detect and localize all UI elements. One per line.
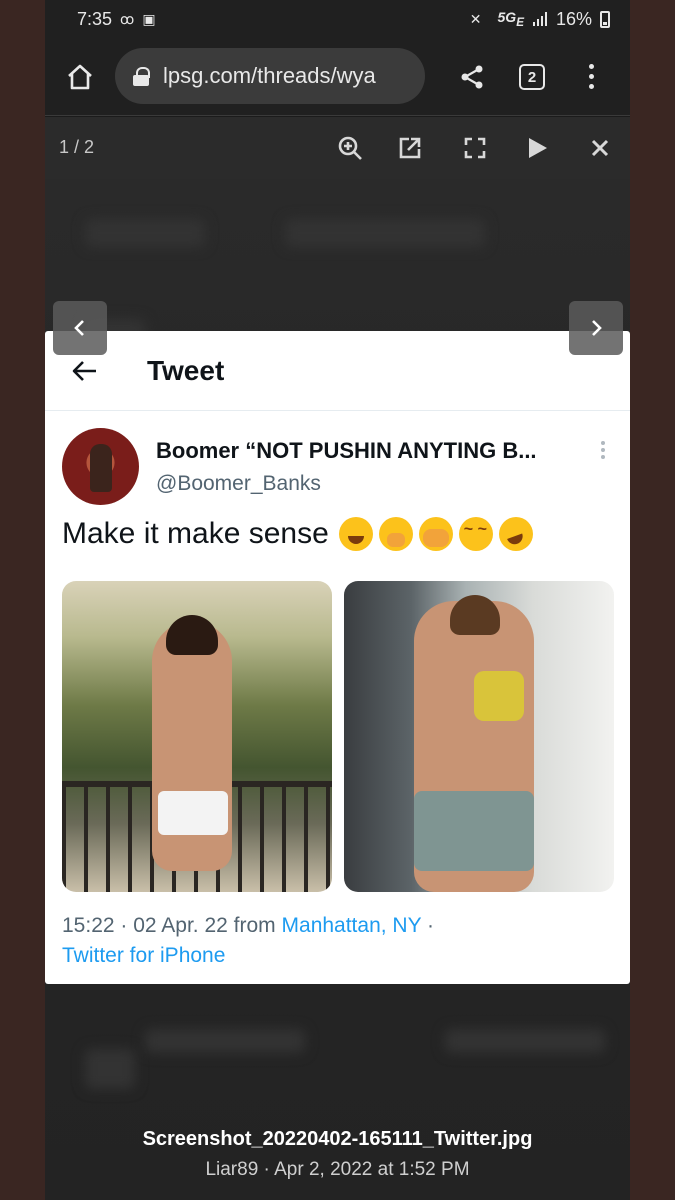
battery-saver-icon: ▣	[142, 10, 156, 27]
photo-subject	[152, 615, 232, 871]
tweet-text: Make it make sense	[62, 517, 533, 551]
blurred-block	[145, 1029, 305, 1053]
tweet-meta: 15:22 · 02 Apr. 22 from Manhattan, NY · …	[62, 914, 435, 967]
menu-dot	[588, 74, 594, 79]
caption-meta: Liar89 · Apr 2, 2022 at 1:52 PM	[205, 1159, 470, 1180]
tweet-header: Tweet	[45, 331, 630, 411]
face-with-hand-over-mouth-icon	[378, 517, 413, 551]
photo-subject	[414, 595, 534, 892]
chevron-right-icon	[592, 320, 602, 336]
status-bar: 7:35 ꝏ ▣ ✕ 5GE 16%	[45, 0, 630, 38]
previous-image-button[interactable]	[53, 301, 107, 355]
close-icon	[591, 139, 609, 157]
lock-icon	[133, 67, 150, 86]
tweet-location-link[interactable]: Manhattan, NY	[282, 914, 422, 937]
zoom-button[interactable]	[335, 133, 365, 163]
fullscreen-button[interactable]	[460, 133, 490, 163]
menu-dot	[588, 84, 594, 89]
from-label: from	[233, 914, 276, 937]
face-with-tears-of-joy-icon	[338, 517, 373, 551]
photo-subject-shorts	[158, 791, 228, 835]
status-right: ✕ 5GE 16%	[470, 9, 610, 30]
avatar[interactable]	[62, 428, 139, 505]
page-title: Tweet	[147, 355, 225, 386]
mute-icon: ✕	[469, 10, 482, 27]
network-indicator: 5GE	[498, 9, 524, 29]
tabs-button[interactable]: 2	[519, 64, 545, 90]
battery-icon	[600, 10, 610, 28]
blurred-block	[85, 1049, 135, 1089]
home-icon	[68, 64, 92, 90]
blurred-block	[445, 1029, 605, 1053]
chevron-left-icon	[74, 320, 84, 336]
next-image-button[interactable]	[569, 301, 623, 355]
voicemail-icon: ꝏ	[120, 10, 135, 27]
caption-date: Apr 2, 2022 at 1:52 PM	[274, 1159, 470, 1180]
photo-subject-hair	[450, 595, 500, 635]
tweet-media	[62, 581, 614, 892]
browser-toolbar: lpsg.com/threads/wya 2	[45, 38, 630, 116]
tweet-photo-1[interactable]	[62, 581, 332, 892]
tweet-photo-2[interactable]	[344, 581, 614, 892]
user-handle[interactable]: @Boomer_Banks	[156, 472, 321, 496]
lightbox-toolbar: 1 / 2	[45, 117, 630, 179]
photo-subject-shorts	[414, 791, 534, 871]
blurred-block	[285, 219, 485, 247]
close-button[interactable]	[585, 133, 615, 163]
share-icon	[461, 65, 483, 89]
tweet-source-link[interactable]: Twitter for iPhone	[62, 944, 225, 967]
caption-author[interactable]: Liar89	[205, 1159, 258, 1180]
menu-dot	[588, 64, 594, 69]
photo-subject-hair	[166, 615, 218, 655]
more-options-button[interactable]	[599, 441, 607, 461]
open-external-button[interactable]	[395, 133, 425, 163]
tweet-time: 15:22	[62, 914, 115, 937]
tweet-body: Make it make sense	[62, 517, 329, 550]
more-dot	[601, 441, 605, 445]
network-type: 5G	[497, 9, 517, 26]
network-suffix: E	[516, 15, 524, 29]
face-with-open-eyes-and-hand-over-mouth-icon	[418, 517, 453, 551]
battery-percent: 16%	[555, 8, 592, 29]
tweet-card: Tweet Boomer “NOT PUSHIN ANYTING B... @B…	[45, 331, 630, 984]
address-bar[interactable]: lpsg.com/threads/wya	[115, 48, 425, 104]
tweet-date: 02 Apr. 22	[133, 914, 228, 937]
image-counter: 1 / 2	[59, 137, 95, 157]
open-external-icon	[399, 137, 421, 159]
signal-icon	[532, 12, 547, 26]
more-dot	[601, 455, 605, 459]
back-button[interactable]	[71, 357, 99, 385]
photo-subject-shirt	[474, 671, 524, 721]
more-dot	[601, 448, 605, 452]
blurred-block	[85, 219, 205, 247]
slideshow-button[interactable]	[522, 133, 552, 163]
rolling-on-floor-laughing-icon	[498, 517, 533, 551]
home-button[interactable]	[65, 62, 95, 92]
url-text: lpsg.com/threads/wya	[163, 63, 376, 88]
status-time: 7:35	[77, 8, 113, 29]
lightbox-caption: Screenshot_20220402-165111_Twitter.jpg L…	[45, 1128, 630, 1181]
zoom-in-icon	[338, 136, 362, 160]
back-arrow-icon	[72, 361, 96, 381]
phone-screen: 7:35 ꝏ ▣ ✕ 5GE 16% lpsg.com/threads/wya	[45, 0, 630, 1200]
face-with-spiral-eyes-icon	[458, 517, 493, 551]
fullscreen-icon	[464, 137, 486, 159]
display-name[interactable]: Boomer “NOT PUSHIN ANYTING B...	[156, 438, 537, 464]
caption-filename: Screenshot_20220402-165111_Twitter.jpg	[142, 1128, 533, 1150]
play-icon	[529, 138, 547, 158]
share-button[interactable]	[459, 64, 485, 90]
menu-button[interactable]	[585, 64, 597, 90]
